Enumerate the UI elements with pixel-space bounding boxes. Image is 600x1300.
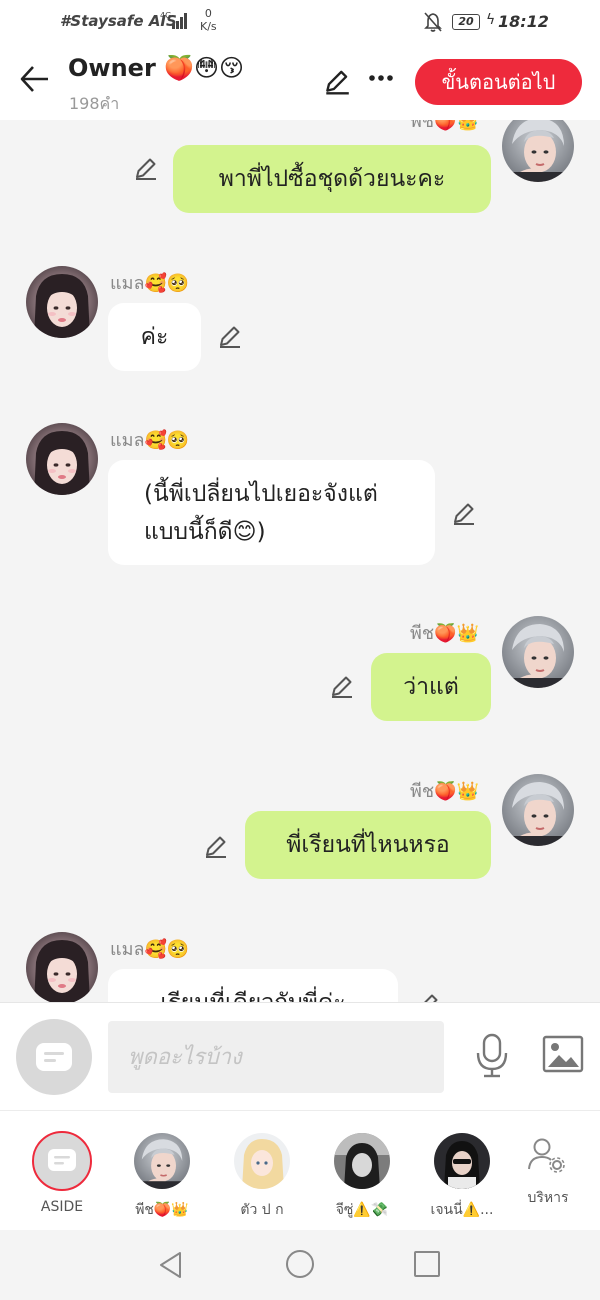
chat-header: Owner 🍑😳😚 198คำ ขั้นตอนต่อไป: [0, 44, 600, 120]
nav-home-icon[interactable]: [286, 1250, 314, 1278]
image-icon[interactable]: [542, 1035, 584, 1073]
sender-name: แมล🥰🥺: [110, 939, 190, 960]
character-tab-bar: ASIDE พีช🍑👑 ตัว ป ก จีซู่⚠️💸 เจนนี่⚠️...…: [0, 1110, 600, 1230]
edit-pencil-icon[interactable]: [322, 66, 352, 96]
network-speed: 0 K/s: [200, 7, 217, 33]
message-bubble[interactable]: พาพี่ไปซื้อชุดด้วยนะคะ: [173, 145, 491, 213]
avatar[interactable]: [26, 932, 98, 1002]
sender-name: พีช🍑👑: [410, 623, 479, 644]
avatar: [134, 1133, 190, 1189]
avatar[interactable]: [26, 423, 98, 495]
aside-tab-icon: [32, 1131, 92, 1191]
avatar: [234, 1133, 290, 1189]
clock: 18:12: [498, 12, 549, 31]
tab-label: ตัว ป ก: [240, 1202, 284, 1218]
system-nav-bar: [0, 1230, 600, 1300]
chat-area[interactable]: พีช🍑👑 พาพี่ไปซื้อชุดด้วยนะคะ แมล🥰🥺 ค่ะ แ…: [0, 120, 600, 1002]
sender-name: แมล🥰🥺: [110, 273, 190, 294]
sender-name: พีช🍑👑: [410, 781, 479, 802]
tab-label: เจนนี่⚠️...: [430, 1202, 494, 1218]
chat-title: Owner 🍑😳😚: [68, 54, 245, 82]
speed-value: 0: [204, 7, 212, 20]
message-input[interactable]: [108, 1021, 444, 1093]
message-bubble[interactable]: ว่าแต่: [371, 653, 491, 721]
tab-character[interactable]: จีซู่⚠️💸: [312, 1111, 412, 1231]
word-count: 198คำ: [69, 94, 120, 113]
edit-pencil-icon[interactable]: [414, 990, 442, 1002]
avatar[interactable]: [26, 266, 98, 338]
tab-character[interactable]: ตัว ป ก: [212, 1111, 312, 1231]
avatar[interactable]: [502, 120, 574, 182]
next-step-button[interactable]: ขั้นตอนต่อไป: [415, 59, 582, 105]
tab-manage[interactable]: บริหาร: [498, 1111, 598, 1231]
message-bubble[interactable]: เรียนที่เดียวกับพี่ค่ะ: [108, 969, 398, 1002]
more-options-icon[interactable]: [366, 66, 396, 96]
microphone-icon[interactable]: [474, 1031, 510, 1079]
sender-name: พีช🍑👑: [410, 120, 479, 132]
tab-label: จีซู่⚠️💸: [335, 1202, 389, 1218]
edit-pencil-icon[interactable]: [202, 832, 230, 860]
nav-recents-icon[interactable]: [414, 1251, 440, 1277]
message-bubble[interactable]: (นี้พี่เปลี่ยนไปเยอะจังแต่แบบนี้ก็ดี😊): [108, 460, 435, 565]
user-gear-icon: [528, 1138, 565, 1173]
tab-label: ASIDE: [40, 1199, 84, 1215]
back-arrow-icon[interactable]: [18, 62, 52, 96]
avatar[interactable]: [502, 616, 574, 688]
chat-bubble-icon: [36, 1043, 72, 1071]
aside-button[interactable]: [16, 1019, 92, 1095]
battery-indicator: 20: [452, 14, 480, 30]
composer: [0, 1002, 600, 1110]
charging-icon: ϟ: [486, 12, 496, 28]
speed-unit: K/s: [200, 20, 217, 33]
tab-character[interactable]: พีช🍑👑: [112, 1111, 212, 1231]
avatar[interactable]: [502, 774, 574, 846]
message-bubble[interactable]: พี่เรียนที่ไหนหรอ: [245, 811, 491, 879]
signal-icon: 4G: [160, 11, 187, 29]
edit-pencil-icon[interactable]: [328, 672, 356, 700]
edit-pencil-icon[interactable]: [216, 322, 244, 350]
tab-character[interactable]: เจนนี่⚠️...: [412, 1111, 512, 1231]
tab-aside[interactable]: ASIDE: [12, 1111, 112, 1231]
bell-muted-icon: [424, 12, 442, 32]
message-bubble[interactable]: ค่ะ: [108, 303, 201, 371]
edit-pencil-icon[interactable]: [450, 499, 478, 527]
network-type: 4G: [160, 11, 171, 20]
nav-back-icon[interactable]: [156, 1250, 186, 1280]
avatar: [334, 1133, 390, 1189]
edit-pencil-icon[interactable]: [132, 154, 160, 182]
status-bar: #Staysafe AIS 4G 0 K/s 20 ϟ 18:12: [0, 0, 600, 44]
sender-name: แมล🥰🥺: [110, 430, 190, 451]
tab-label: พีช🍑👑: [135, 1202, 189, 1218]
avatar: [434, 1133, 490, 1189]
tab-label: บริหาร: [527, 1190, 569, 1206]
chat-bubble-icon: [48, 1149, 76, 1171]
